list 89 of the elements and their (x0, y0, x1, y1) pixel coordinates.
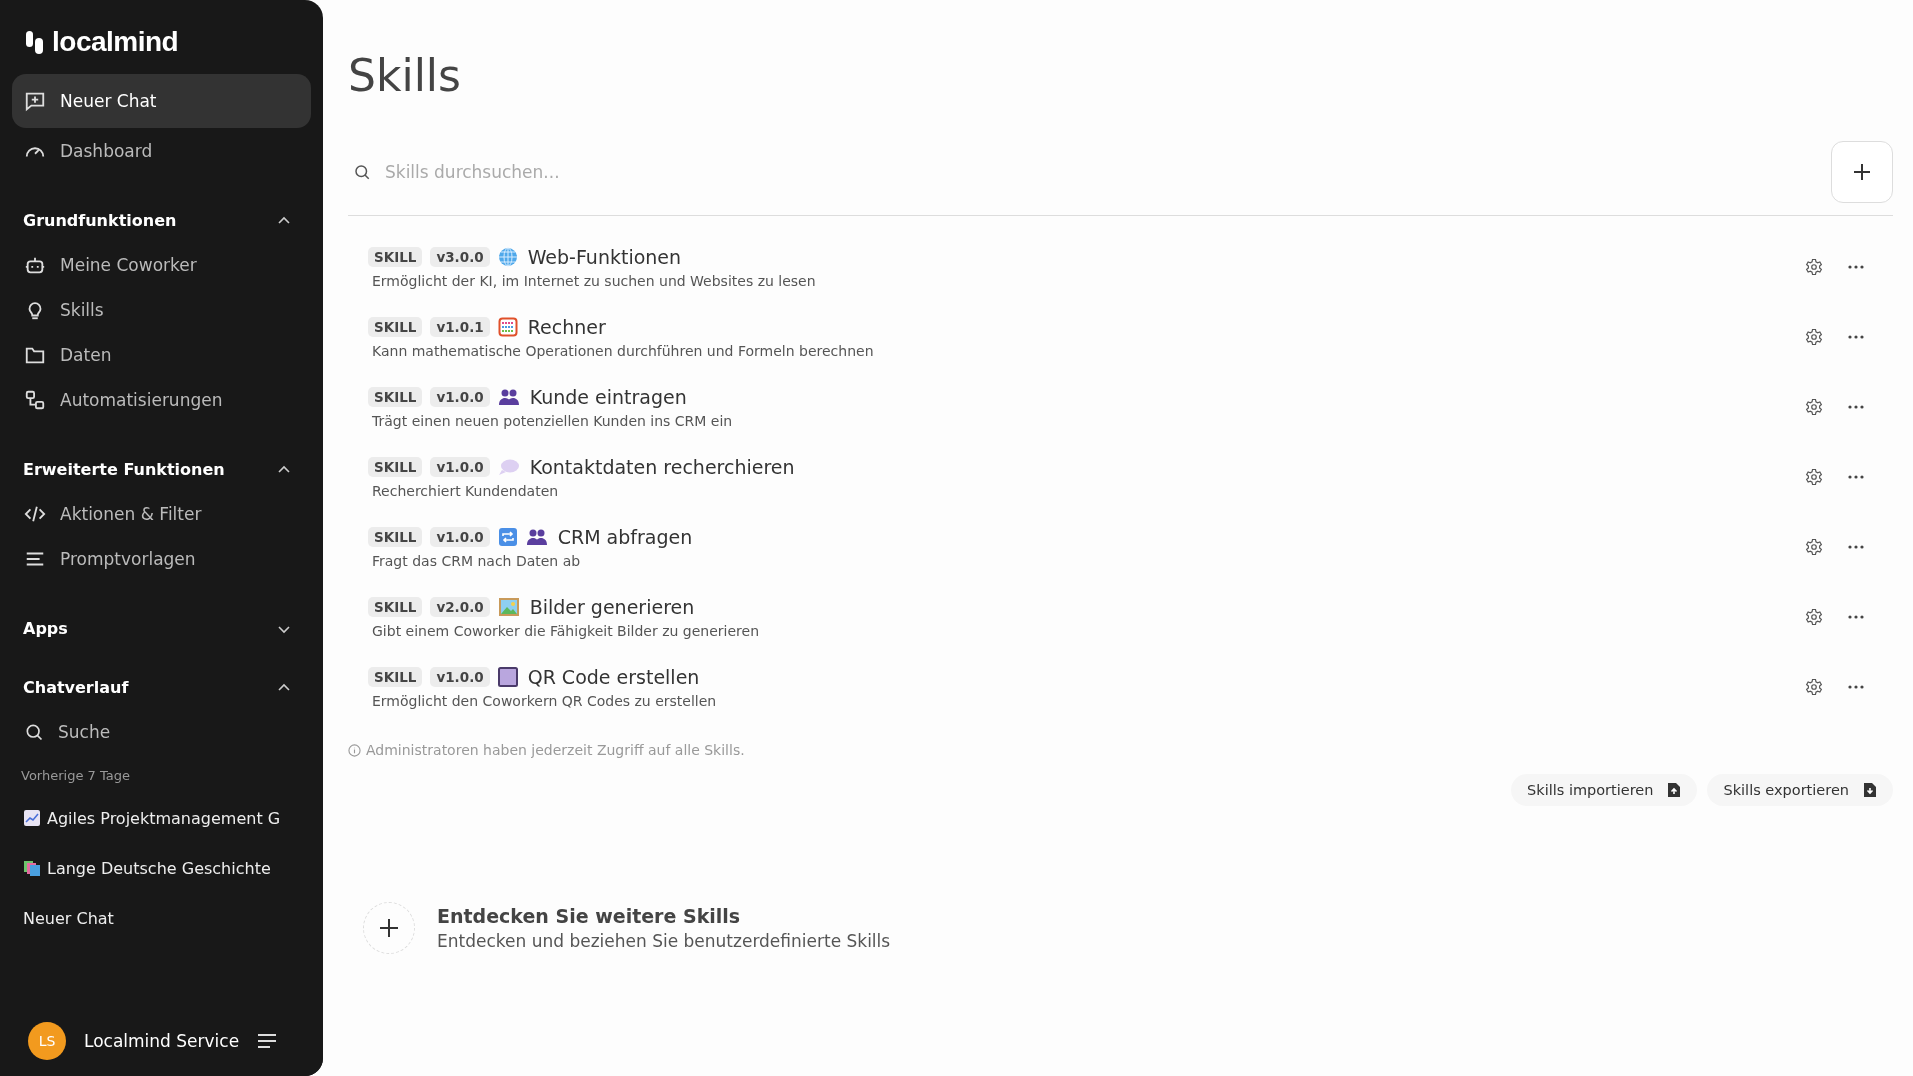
version-tag: v1.0.0 (430, 456, 490, 477)
sidebar-item[interactable]: Skills (12, 287, 311, 332)
version-tag: v3.0.0 (430, 246, 490, 267)
skill-description: Trägt einen neuen potenziellen Kunden ins CRM ein (372, 412, 734, 429)
info-text: Administratoren haben jederzeit Zugriff auf alle Skills. (366, 742, 745, 758)
import-button[interactable]: Skills importieren (1511, 774, 1698, 806)
file-upload-icon (1667, 782, 1682, 798)
plus-icon (378, 917, 400, 939)
settings-icon[interactable] (1805, 608, 1823, 626)
chat-history-item[interactable]: Lange Deutsche Geschichte (12, 843, 311, 893)
search-field[interactable]: Skills durchsuchen... (383, 161, 1831, 183)
more-options-icon[interactable] (1847, 404, 1865, 410)
chat-plus-icon (24, 90, 46, 112)
skill-name[interactable]: Bilder generieren (529, 595, 695, 618)
logo-text: localmind (52, 26, 179, 58)
people-icon (497, 387, 520, 406)
workflow-icon (24, 388, 46, 411)
skill-tag: SKILL (368, 666, 423, 687)
skill-tag: SKILL (368, 386, 423, 407)
abacus-icon (497, 316, 518, 337)
settings-icon[interactable] (1805, 538, 1823, 556)
search-icon (353, 163, 371, 181)
square-icon (497, 666, 518, 687)
skill-name[interactable]: Kunde eintragen (529, 385, 687, 408)
more-options-icon[interactable] (1847, 684, 1865, 690)
history-group-label: Vorherige 7 Tage (20, 767, 131, 785)
version-tag: v1.0.0 (430, 666, 490, 687)
skill-description: Gibt einem Coworker die Fähigkeit Bilder zu generieren (372, 622, 760, 639)
settings-icon[interactable] (1805, 328, 1823, 346)
sidebar-item[interactable]: Meine Coworker (12, 242, 311, 287)
skill-name[interactable]: Web-Funktionen (527, 245, 682, 268)
books-icon (23, 859, 41, 877)
user-avatar: LS (28, 1022, 66, 1060)
skill-tag: SKILL (368, 246, 423, 267)
discover-subtitle: Entdecken und beziehen Sie benutzerdefinierte Skills (437, 931, 891, 951)
skill-description: Fragt das CRM nach Daten ab (372, 552, 582, 569)
version-tag: v2.0.0 (430, 596, 490, 617)
sidebar-item[interactable]: Automatisierungen (12, 377, 311, 422)
settings-icon[interactable] (1805, 468, 1823, 486)
sidebar-item[interactable]: Daten (12, 332, 311, 377)
discover-title: Entdecken Sie weitere Skills (437, 905, 742, 927)
chat-history-item[interactable]: Agiles Projektmanagement G (12, 793, 311, 843)
settings-icon[interactable] (1805, 678, 1823, 696)
skill-tag: SKILL (368, 316, 423, 337)
picture-icon (497, 596, 520, 617)
version-tag: v1.0.1 (430, 316, 490, 337)
section-header[interactable]: Chatverlauf (12, 678, 311, 697)
settings-icon[interactable] (1805, 258, 1823, 276)
sidebar-item[interactable]: Suche (12, 709, 311, 754)
skill-tag: SKILL (368, 596, 423, 617)
skill-description: Kann mathematische Operationen durchführen und Formeln berechnen (372, 342, 875, 359)
skill-name[interactable]: QR Code erstellen (527, 665, 700, 688)
plus-icon (1851, 161, 1873, 183)
skill-name[interactable]: CRM abfragen (557, 525, 693, 548)
user-name: Localmind Service (84, 1031, 240, 1051)
skill-name[interactable]: Rechner (527, 315, 606, 338)
more-options-icon[interactable] (1847, 614, 1865, 620)
people-icon (525, 527, 548, 546)
sidebar-item[interactable]: Aktionen & Filter (12, 491, 311, 536)
more-options-icon[interactable] (1847, 264, 1865, 270)
skill-tag: SKILL (368, 526, 423, 547)
info-icon (348, 743, 361, 757)
more-options-icon[interactable] (1847, 334, 1865, 340)
menu-icon[interactable] (257, 1033, 278, 1049)
new-chat-button[interactable]: Neuer Chat (12, 74, 311, 128)
sidebar-item[interactable]: Promptvorlagen (12, 536, 311, 581)
skill-name[interactable]: Kontaktdaten recherchieren (529, 455, 795, 478)
speech-bubble-icon (497, 457, 520, 476)
section-header[interactable]: Erweiterte Funktionen (12, 460, 311, 479)
more-options-icon[interactable] (1847, 474, 1865, 480)
more-options-icon[interactable] (1847, 544, 1865, 550)
skill-description: Ermöglicht der KI, im Internet zu suchen und Websites zu lesen (372, 272, 817, 289)
export-button[interactable]: Skills exportieren (1707, 774, 1893, 806)
version-tag: v1.0.0 (430, 526, 490, 547)
chart-icon (23, 809, 41, 827)
skill-description: Recherchiert Kundendaten (372, 482, 560, 499)
repeat-icon (497, 526, 518, 547)
dashboard-link[interactable]: Dashboard (12, 128, 311, 173)
logo-icon (24, 29, 46, 55)
version-tag: v1.0.0 (430, 386, 490, 407)
section-header[interactable]: Apps (12, 619, 311, 638)
section-header[interactable]: Grundfunktionen (12, 211, 311, 230)
settings-icon[interactable] (1805, 398, 1823, 416)
file-download-icon (1863, 782, 1877, 798)
skill-tag: SKILL (368, 456, 423, 477)
skill-description: Ermöglicht den Coworkern QR Codes zu erstellen (372, 692, 718, 709)
page-title: Skills (348, 50, 462, 101)
globe-icon (497, 246, 518, 267)
chat-history-item[interactable]: Neuer Chat (12, 893, 311, 943)
